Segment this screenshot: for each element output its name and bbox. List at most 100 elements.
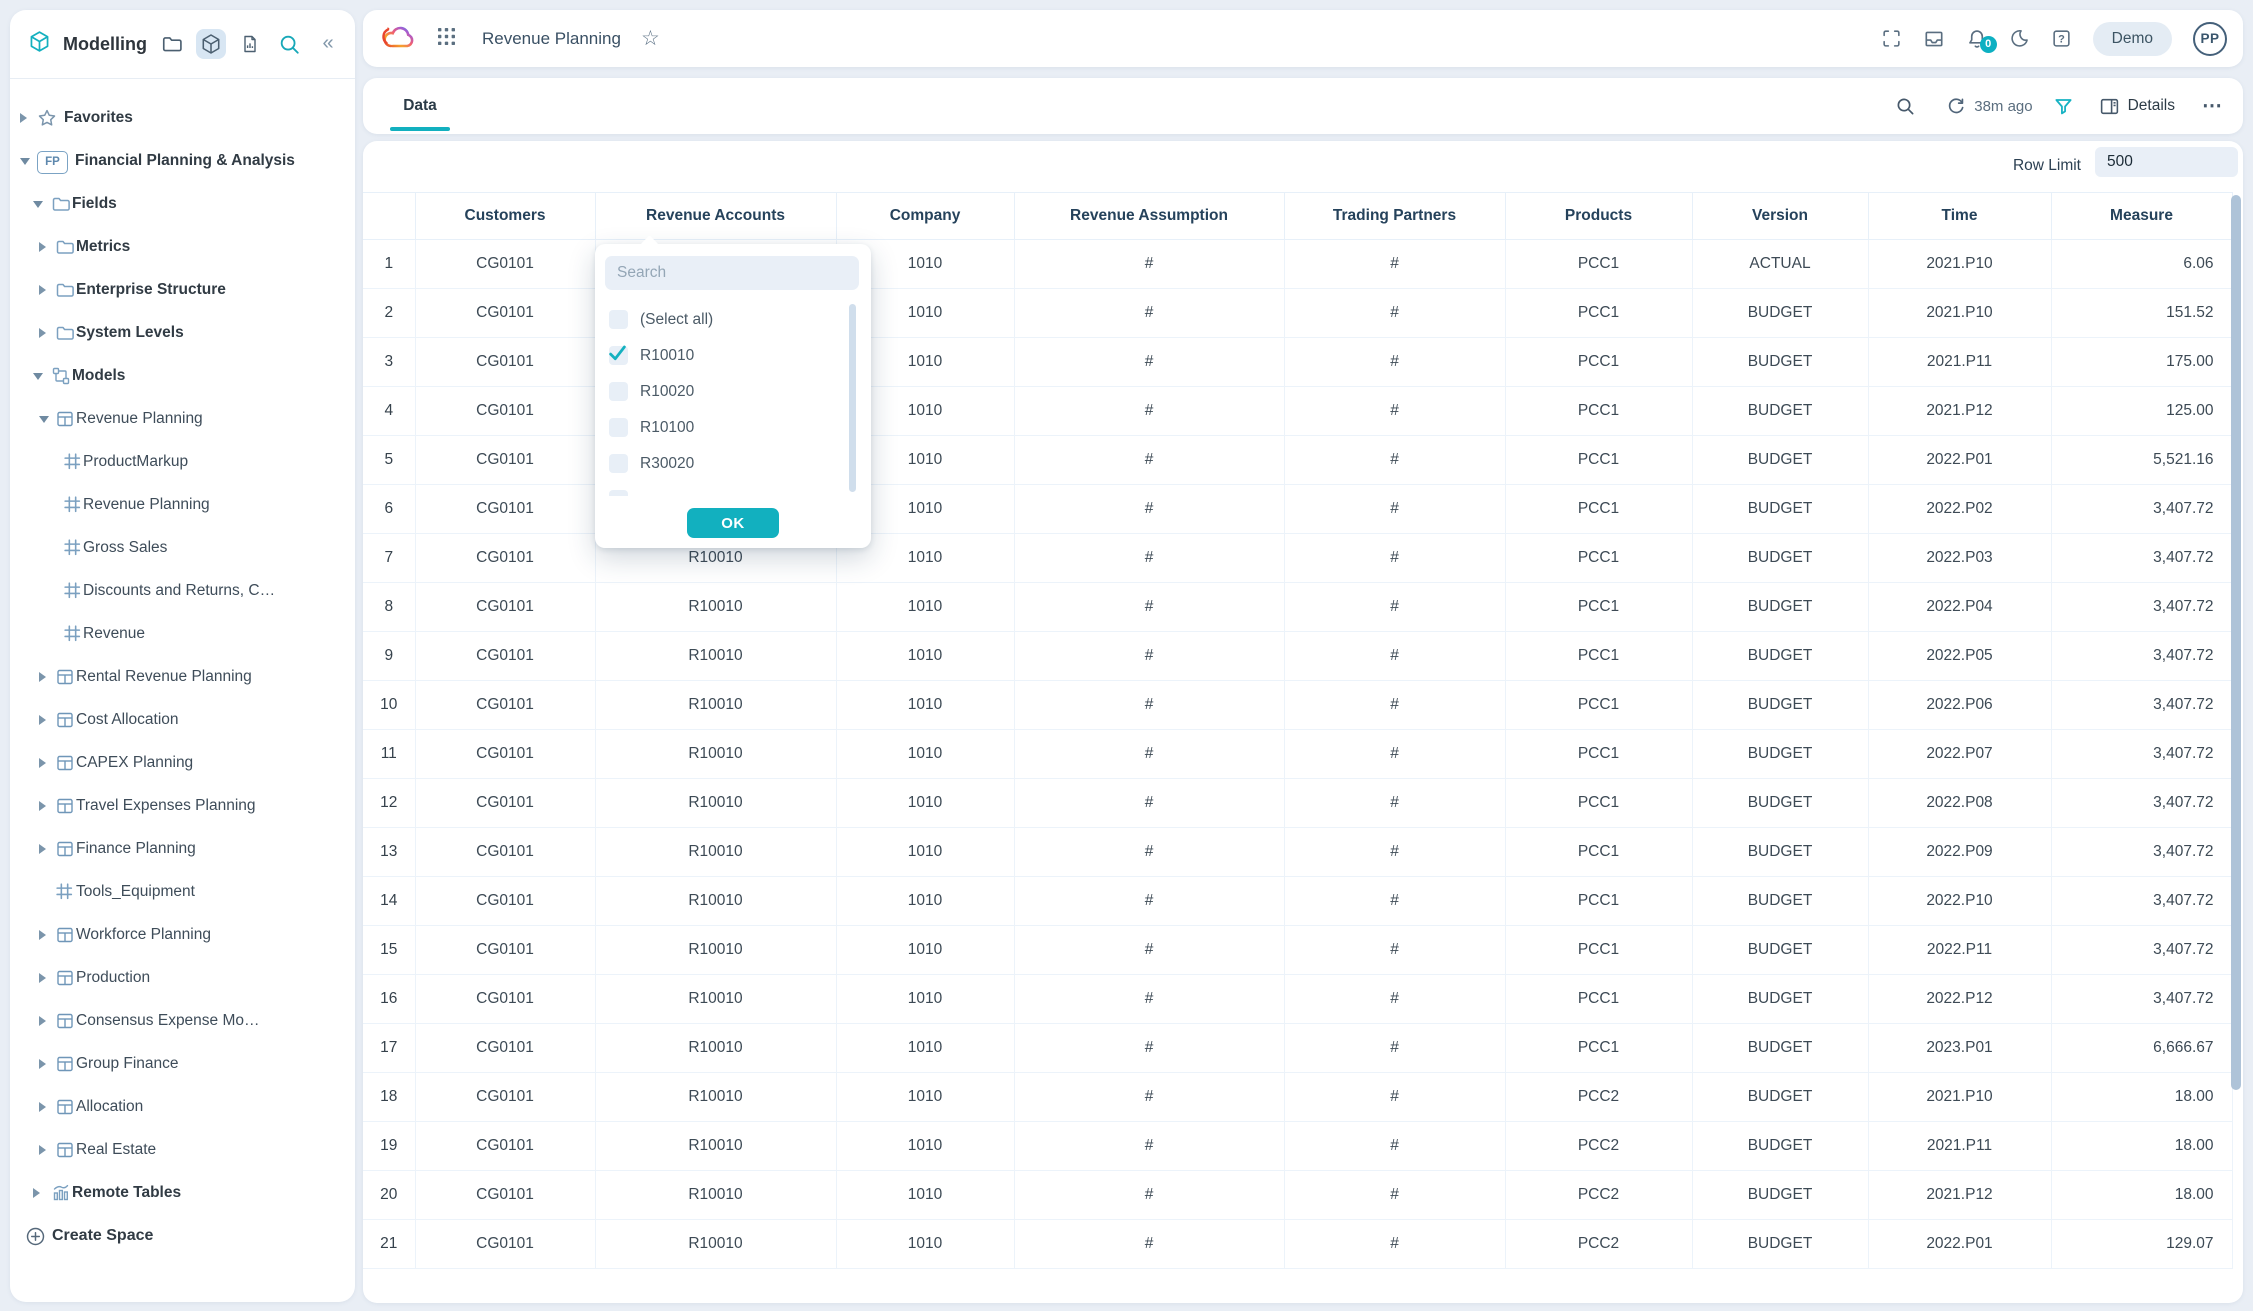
chevron-collapsed-icon[interactable] <box>33 1188 40 1198</box>
filter-ok-button[interactable]: OK <box>687 508 779 538</box>
chevron-expanded-icon[interactable] <box>33 373 43 380</box>
details-button[interactable]: Details <box>2128 97 2175 115</box>
tree-item-revenue-planning[interactable]: Revenue Planning <box>10 397 355 440</box>
column-header-company[interactable]: Company <box>836 193 1014 240</box>
help-icon[interactable]: ? <box>2051 28 2072 49</box>
tree-item-workforce-planning[interactable]: Workforce Planning <box>10 913 355 956</box>
tree-item-cost-allocation[interactable]: Cost Allocation <box>10 698 355 741</box>
tree-item-consensus-expense-mo[interactable]: Consensus Expense Mo… <box>10 999 355 1042</box>
filter-funnel-icon[interactable] <box>2053 96 2074 117</box>
filter-option-r30020[interactable]: R30020 <box>595 446 871 482</box>
chevron-collapsed-icon[interactable] <box>39 930 46 940</box>
tree-item-fields[interactable]: Fields <box>10 182 355 225</box>
chevron-expanded-icon[interactable] <box>20 158 30 165</box>
chevron-collapsed-icon[interactable] <box>39 801 46 811</box>
table-cell: # <box>1284 1073 1505 1122</box>
tree-item-discounts-and-returns-c[interactable]: Discounts and Returns, C… <box>10 569 355 612</box>
favorite-star-icon[interactable]: ☆ <box>641 28 660 49</box>
repository-folder-icon[interactable] <box>157 29 187 59</box>
search-icon[interactable] <box>274 29 304 59</box>
inbox-icon[interactable] <box>1923 28 1945 50</box>
column-header-revenue-accounts[interactable]: Revenue Accounts <box>595 193 836 240</box>
details-panel-icon[interactable] <box>2099 96 2120 117</box>
search-icon[interactable] <box>1895 96 1916 117</box>
checkbox-icon[interactable] <box>609 310 628 329</box>
checkbox-icon[interactable] <box>609 382 628 401</box>
fullscreen-icon[interactable] <box>1881 28 1902 49</box>
checkbox-icon[interactable] <box>609 490 628 496</box>
column-header-measure[interactable]: Measure <box>2051 193 2232 240</box>
filter-option-r10010[interactable]: R10010 <box>595 338 871 374</box>
chevron-collapsed-icon[interactable] <box>39 242 46 252</box>
column-header-products[interactable]: Products <box>1505 193 1692 240</box>
user-avatar[interactable]: PP <box>2193 22 2227 56</box>
tree-item-metrics[interactable]: Metrics <box>10 225 355 268</box>
chevron-collapsed-icon[interactable] <box>39 1102 46 1112</box>
chevron-collapsed-icon[interactable] <box>39 328 46 338</box>
column-header-trading-partners[interactable]: Trading Partners <box>1284 193 1505 240</box>
table-cell: CG0101 <box>415 975 595 1024</box>
notifications-bell-icon[interactable]: 0 <box>1966 28 1988 50</box>
tree-item-financial-planning-analysis[interactable]: FPFinancial Planning & Analysis <box>10 139 355 182</box>
filter-option-select-all[interactable]: (Select all) <box>595 302 871 338</box>
table-icon <box>55 839 75 859</box>
chevron-collapsed-icon[interactable] <box>39 1059 46 1069</box>
tree-item-revenue-planning[interactable]: Revenue Planning <box>10 483 355 526</box>
tree-item-remote-tables[interactable]: Remote Tables <box>10 1171 355 1214</box>
checkbox-icon[interactable] <box>609 454 628 473</box>
tree-item-group-finance[interactable]: Group Finance <box>10 1042 355 1085</box>
chevron-collapsed-icon[interactable] <box>39 672 46 682</box>
tree-item-tools-equipment[interactable]: Tools_Equipment <box>10 870 355 913</box>
filter-list-scrollbar[interactable] <box>849 304 856 492</box>
chevron-collapsed-icon[interactable] <box>20 113 27 123</box>
tree-item-gross-sales[interactable]: Gross Sales <box>10 526 355 569</box>
chevron-collapsed-icon[interactable] <box>39 758 46 768</box>
checkbox-icon[interactable] <box>609 418 628 437</box>
tree-item-favorites[interactable]: Favorites <box>10 96 355 139</box>
chevron-collapsed-icon[interactable] <box>39 1145 46 1155</box>
tree-item-rental-revenue-planning[interactable]: Rental Revenue Planning <box>10 655 355 698</box>
column-header-time[interactable]: Time <box>1868 193 2051 240</box>
filter-search-input[interactable] <box>605 256 859 290</box>
tree-item-allocation[interactable]: Allocation <box>10 1085 355 1128</box>
app-launcher-icon[interactable] <box>437 27 456 51</box>
data-builder-cube-icon[interactable] <box>196 29 226 59</box>
tree-item-finance-planning[interactable]: Finance Planning <box>10 827 355 870</box>
chevron-collapsed-icon[interactable] <box>39 973 46 983</box>
chevron-expanded-icon[interactable] <box>39 416 49 423</box>
report-document-icon[interactable] <box>235 29 265 59</box>
tree-item-real-estate[interactable]: Real Estate <box>10 1128 355 1171</box>
table-cell: PCC1 <box>1505 779 1692 828</box>
column-header-customers[interactable]: Customers <box>415 193 595 240</box>
column-header-revenue-assumption[interactable]: Revenue Assumption <box>1014 193 1284 240</box>
table-cell: BUDGET <box>1692 534 1868 583</box>
chevron-collapsed-icon[interactable] <box>39 715 46 725</box>
chevron-collapsed-icon[interactable] <box>39 1016 46 1026</box>
tab-data[interactable]: Data <box>390 78 450 134</box>
tree-item-production[interactable]: Production <box>10 956 355 999</box>
chevron-collapsed-icon[interactable] <box>39 285 46 295</box>
column-header-version[interactable]: Version <box>1692 193 1868 240</box>
tree-item-revenue[interactable]: Revenue <box>10 612 355 655</box>
filter-option-r10100[interactable]: R10100 <box>595 410 871 446</box>
filter-option-partial[interactable] <box>595 482 871 496</box>
tree-item-travel-expenses-planning[interactable]: Travel Expenses Planning <box>10 784 355 827</box>
data-preview-panel: Row Limit CustomersRevenue AccountsCompa… <box>363 141 2243 1303</box>
tree-item-system-levels[interactable]: System Levels <box>10 311 355 354</box>
table-vertical-scrollbar[interactable] <box>2231 195 2241 1090</box>
refresh-icon[interactable] <box>1945 96 1966 117</box>
filter-option-r10020[interactable]: R10020 <box>595 374 871 410</box>
tree-item-enterprise-structure[interactable]: Enterprise Structure <box>10 268 355 311</box>
dark-mode-moon-icon[interactable] <box>2009 28 2030 49</box>
tenant-badge[interactable]: Demo <box>2093 22 2172 56</box>
folder-icon <box>51 194 71 214</box>
row-limit-input[interactable] <box>2095 147 2238 177</box>
tree-item-models[interactable]: Models <box>10 354 355 397</box>
collapse-sidebar-icon[interactable]: « <box>313 29 343 59</box>
create-space-button[interactable]: Create Space <box>10 1214 355 1257</box>
chevron-expanded-icon[interactable] <box>33 201 43 208</box>
tree-item-capex-planning[interactable]: CAPEX Planning <box>10 741 355 784</box>
more-options-button[interactable]: ⋯ <box>2202 101 2223 111</box>
chevron-collapsed-icon[interactable] <box>39 844 46 854</box>
tree-item-productmarkup[interactable]: ProductMarkup <box>10 440 355 483</box>
